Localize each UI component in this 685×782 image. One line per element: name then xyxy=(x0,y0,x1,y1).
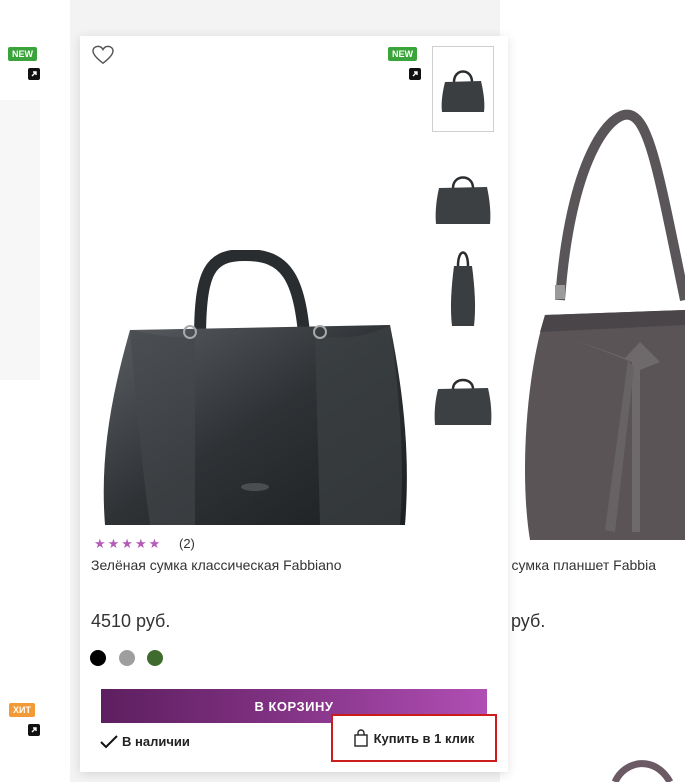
stock-label: В наличии xyxy=(122,734,190,749)
product-price: 4510 руб. xyxy=(91,611,171,631)
thumbnail-3[interactable] xyxy=(432,240,494,332)
hit-badge: ХИТ xyxy=(9,703,35,717)
external-link-icon[interactable] xyxy=(28,68,40,80)
product-main-image[interactable] xyxy=(100,250,415,530)
external-link-icon[interactable] xyxy=(28,724,40,736)
buy-one-click-button[interactable]: Купить в 1 клик xyxy=(331,714,497,762)
thumbnail-1[interactable] xyxy=(432,46,494,132)
color-swatch-black[interactable] xyxy=(90,650,106,666)
rating-count[interactable]: (2) xyxy=(179,536,195,551)
shopping-bag-icon xyxy=(353,729,368,747)
thumbnail-4[interactable] xyxy=(432,365,494,432)
color-swatch-green[interactable] xyxy=(147,650,163,666)
stock-status: В наличии xyxy=(100,734,190,749)
heart-icon[interactable] xyxy=(92,45,114,65)
color-swatch-gray[interactable] xyxy=(119,650,135,666)
thumbnail-2[interactable] xyxy=(432,160,494,232)
checkmark-icon xyxy=(100,734,118,748)
external-link-icon[interactable] xyxy=(409,68,421,80)
right-product-image[interactable] xyxy=(500,100,685,540)
rating-stars: ★★★★★ xyxy=(94,536,163,551)
new-badge: NEW xyxy=(388,47,417,61)
left-product-image[interactable] xyxy=(0,100,40,380)
right-product-title[interactable]: я сумка планшет Fabbia xyxy=(500,557,685,573)
next-row-product-image[interactable] xyxy=(610,755,680,782)
buy-one-click-label: Купить в 1 клик xyxy=(373,730,475,746)
new-badge: NEW xyxy=(8,47,37,61)
product-title[interactable]: Зелёная сумка классическая Fabbiano xyxy=(91,557,342,573)
